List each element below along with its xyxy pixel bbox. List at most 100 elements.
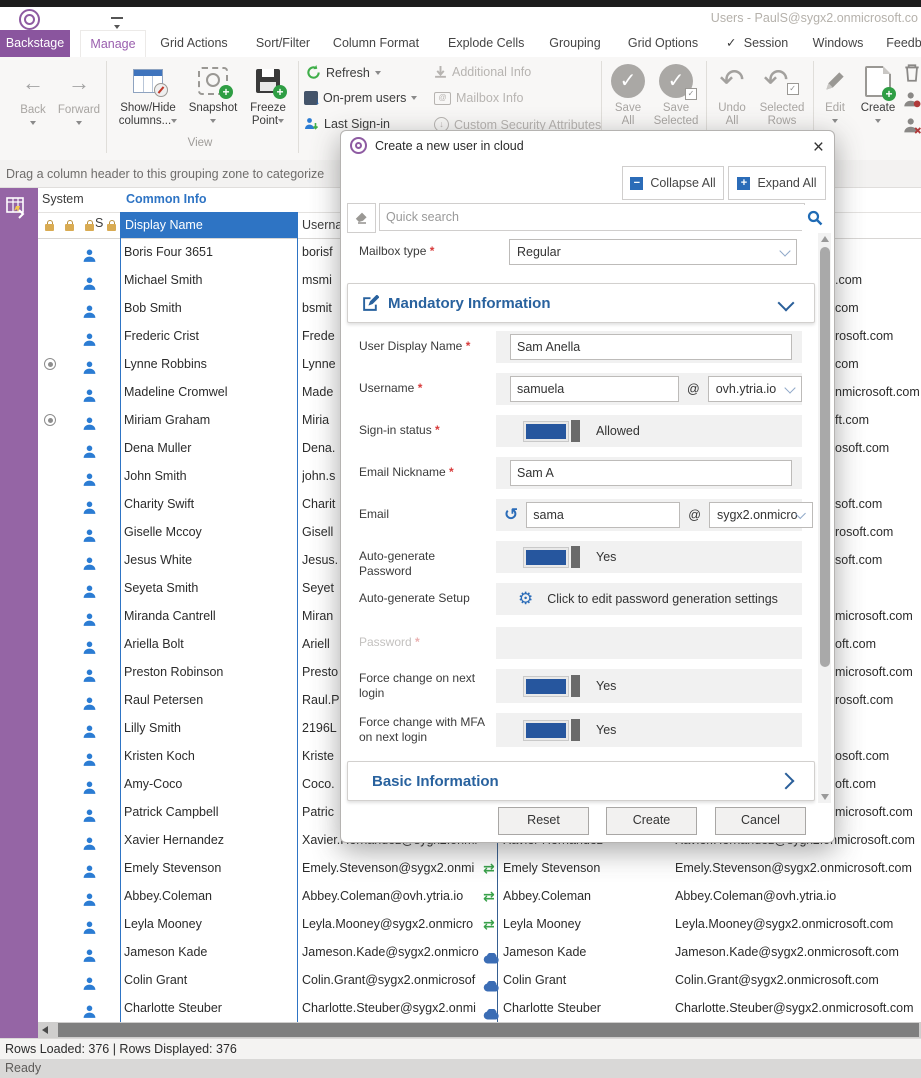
username-domain-select[interactable]: ovh.ytria.io (708, 376, 802, 402)
cell-display-name-2[interactable]: Leyla Mooney (503, 910, 671, 938)
cell-display-name[interactable]: Ariella Bolt (124, 630, 294, 658)
cell-email[interactable]: Colin.Grant@sygx2.onmicrosoft.com (675, 966, 921, 994)
search-input[interactable] (379, 203, 805, 231)
horizontal-scroll-thumb[interactable] (58, 1023, 919, 1037)
cell-email[interactable]: Abbey.Coleman@ovh.ytria.io (675, 882, 921, 910)
user-display-name-input[interactable] (510, 334, 792, 360)
cell-email[interactable]: Jameson.Kade@sygx2.onmicrosoft.com (675, 938, 921, 966)
reset-button[interactable]: Reset (498, 807, 589, 835)
cell-display-name-2[interactable]: Abbey.Coleman (503, 882, 671, 910)
cell-username[interactable]: Emely.Stevenson@sygx2.onmi (302, 854, 484, 882)
table-row[interactable]: Emely Stevenson Emely.Stevenson@sygx2.on… (0, 854, 921, 882)
email-nickname-input[interactable] (510, 460, 792, 486)
cell-username[interactable]: Leyla.Mooney@sygx2.onmicro (302, 910, 484, 938)
tab-sort-filter[interactable]: Sort/Filter (251, 30, 315, 57)
table-row[interactable]: Leyla Mooney Leyla.Mooney@sygx2.onmicro … (0, 910, 921, 938)
scroll-down-icon[interactable] (821, 794, 829, 800)
forward-button[interactable]: → Forward (56, 65, 102, 130)
table-row[interactable]: Colin Grant Colin.Grant@sygx2.onmicrosof… (0, 966, 921, 994)
cell-display-name[interactable]: Lynne Robbins (124, 350, 294, 378)
cell-username[interactable]: Charlotte.Steuber@sygx2.onmi (302, 994, 484, 1022)
chevron-down-icon[interactable] (778, 295, 795, 312)
cell-username[interactable]: Abbey.Coleman@ovh.ytria.io (302, 882, 484, 910)
tab-feedback[interactable]: Feedb (884, 30, 921, 57)
email-domain-select[interactable]: sygx2.onmicros (709, 502, 813, 528)
email-input[interactable] (526, 502, 680, 528)
last-sign-in-button[interactable]: Last Sign-in (304, 117, 390, 131)
cell-username[interactable]: Jameson.Kade@sygx2.onmicro (302, 938, 484, 966)
back-button[interactable]: ← Back (12, 65, 54, 130)
collapse-all-button[interactable]: − Collapse All (622, 166, 724, 200)
user-role-icon[interactable] (903, 91, 921, 109)
auto-generate-password-toggle[interactable] (524, 546, 580, 568)
tab-windows[interactable]: Windows (808, 30, 868, 57)
table-row[interactable]: Abbey.Coleman Abbey.Coleman@ovh.ytria.io… (0, 882, 921, 910)
dialog-scrollbar[interactable] (818, 233, 831, 803)
cancel-button[interactable]: Cancel (715, 807, 806, 835)
username-input[interactable] (510, 376, 679, 402)
chevron-right-icon[interactable] (778, 773, 795, 790)
cell-display-name[interactable]: Jameson Kade (124, 938, 294, 966)
edit-dropdown-icon[interactable] (832, 119, 838, 123)
cell-display-name[interactable]: Frederic Crist (124, 322, 294, 350)
cell-display-name[interactable]: Colin Grant (124, 966, 294, 994)
cell-display-name[interactable]: Miriam Graham (124, 406, 294, 434)
dialog-scroll-thumb[interactable] (820, 247, 830, 667)
edit-button[interactable]: Edit (816, 63, 854, 128)
grid-tools-icon[interactable] (6, 196, 32, 220)
cell-display-name[interactable]: Seyeta Smith (124, 574, 294, 602)
mailbox-type-select[interactable]: Regular (509, 239, 797, 265)
cell-display-name[interactable]: Charity Swift (124, 490, 294, 518)
cell-display-name[interactable]: Bob Smith (124, 294, 294, 322)
cell-email[interactable]: Emely.Stevenson@sygx2.onmicrosoft.com (675, 854, 921, 882)
refresh-dropdown-icon[interactable] (375, 71, 381, 75)
cell-email[interactable]: Charlotte.Steuber@sygx2.onmicrosoft.com (675, 994, 921, 1022)
cell-display-name-2[interactable]: Colin Grant (503, 966, 671, 994)
force-change-toggle[interactable] (524, 675, 580, 697)
save-selected-button[interactable]: ✓✓ SaveSelected (650, 63, 702, 128)
additional-info-button[interactable]: Additional Info (434, 65, 531, 79)
cell-display-name[interactable]: Giselle Mccoy (124, 518, 294, 546)
create-button[interactable]: + Create (856, 63, 900, 128)
on-prem-users-button[interactable]: ↓ On-prem users (304, 91, 417, 105)
cell-email[interactable]: Leyla.Mooney@sygx2.onmicrosoft.com (675, 910, 921, 938)
force-change-mfa-toggle[interactable] (524, 719, 580, 741)
scroll-left-icon[interactable] (42, 1026, 48, 1034)
undo-all-button[interactable]: ↶ UndoAll (710, 63, 754, 128)
mailbox-info-button[interactable]: @ Mailbox Info (434, 91, 523, 105)
cell-display-name-2[interactable]: Charlotte Steuber (503, 994, 671, 1022)
freeze-point-button[interactable]: + Freeze Point (243, 63, 293, 128)
column-header-display-name[interactable]: Display Name (120, 212, 298, 238)
cell-display-name[interactable]: Michael Smith (124, 266, 294, 294)
cell-display-name[interactable]: Miranda Cantrell (124, 602, 294, 630)
auto-generate-setup-value[interactable]: Click to edit password generation settin… (547, 592, 778, 606)
create-dropdown-icon[interactable] (875, 119, 881, 123)
tab-column-format[interactable]: Column Format (332, 30, 420, 57)
cell-display-name-2[interactable]: Jameson Kade (503, 938, 671, 966)
cell-display-name[interactable]: Raul Petersen (124, 686, 294, 714)
freeze-dropdown-icon[interactable] (278, 119, 284, 123)
cell-display-name[interactable]: Boris Four 3651 (124, 238, 294, 266)
tab-backstage[interactable]: Backstage (0, 30, 70, 57)
table-row[interactable]: Charlotte Steuber Charlotte.Steuber@sygx… (0, 994, 921, 1022)
group-header-common-info[interactable]: Common Info (126, 192, 207, 206)
search-button[interactable] (802, 205, 828, 231)
back-dropdown-icon[interactable] (30, 121, 36, 125)
cell-display-name[interactable]: Charlotte Steuber (124, 994, 294, 1022)
cell-display-name[interactable]: Dena Muller (124, 434, 294, 462)
save-all-button[interactable]: ✓ SaveAll (606, 63, 650, 128)
cell-display-name[interactable]: Kristen Koch (124, 742, 294, 770)
refresh-button[interactable]: Refresh (306, 65, 381, 80)
undo-selected-rows-button[interactable]: ↶✓ SelectedRows (754, 63, 810, 128)
snapshot-dropdown-icon[interactable] (210, 119, 216, 123)
cell-display-name[interactable]: Xavier Hernandez (124, 826, 294, 854)
cell-display-name[interactable]: Abbey.Coleman (124, 882, 294, 910)
cell-display-name[interactable]: Amy-Coco (124, 770, 294, 798)
auto-generate-setup-panel[interactable]: ⚙ Click to edit password generation sett… (496, 583, 802, 615)
tab-grouping[interactable]: Grouping (546, 30, 604, 57)
cell-display-name[interactable]: Emely Stevenson (124, 854, 294, 882)
table-row[interactable]: Jameson Kade Jameson.Kade@sygx2.onmicro … (0, 938, 921, 966)
cell-display-name[interactable]: Madeline Cromwel (124, 378, 294, 406)
cell-username[interactable]: Colin.Grant@sygx2.onmicrosof (302, 966, 484, 994)
horizontal-scrollbar[interactable] (38, 1022, 921, 1038)
